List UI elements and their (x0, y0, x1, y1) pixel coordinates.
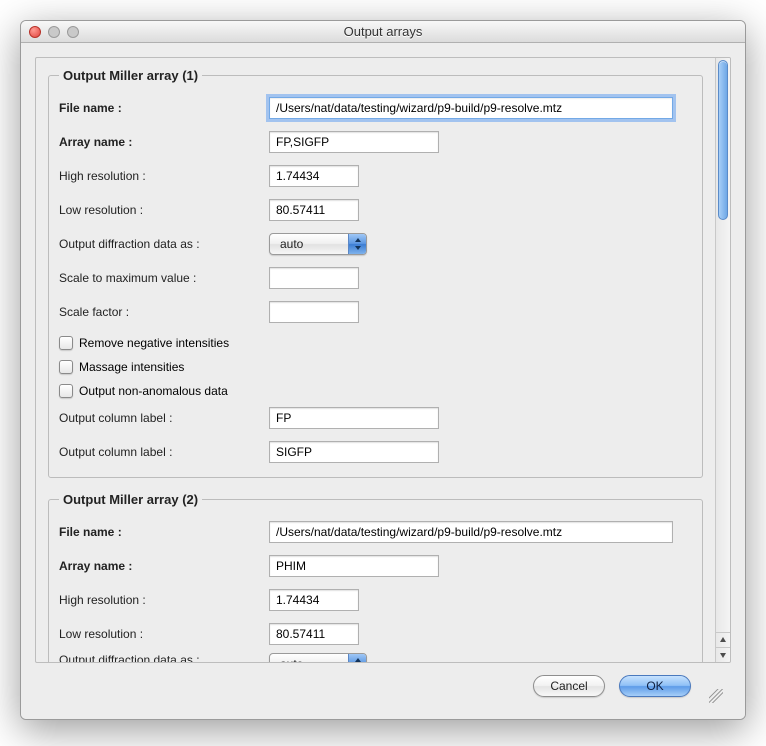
chevron-updown-icon (348, 234, 366, 254)
dialog-window: Output arrays Output Miller array (1) Fi… (20, 20, 746, 720)
low-resolution-input[interactable] (269, 199, 359, 221)
file-name-input[interactable] (269, 521, 673, 543)
scale-factor-input[interactable] (269, 301, 359, 323)
scrollbar-thumb[interactable] (718, 60, 728, 220)
output-column-input-1[interactable] (269, 407, 439, 429)
output-array-group-2: Output Miller array (2) File name : Arra… (48, 492, 703, 662)
remove-negative-label: Remove negative intensities (79, 336, 229, 350)
file-name-label: File name : (59, 101, 269, 115)
scroll-down-icon[interactable] (716, 647, 730, 662)
remove-negative-checkbox[interactable] (59, 336, 73, 350)
output-diffraction-select[interactable]: auto (269, 653, 367, 662)
high-resolution-label: High resolution : (59, 169, 269, 183)
output-column-label-1: Output column label : (59, 411, 269, 425)
minimize-icon[interactable] (48, 26, 60, 38)
cancel-button-label: Cancel (550, 679, 587, 693)
output-array-group-1: Output Miller array (1) File name : Arra… (48, 68, 703, 478)
resize-grip-icon[interactable] (709, 689, 723, 703)
array-name-label: Array name : (59, 135, 269, 149)
high-resolution-label: High resolution : (59, 593, 269, 607)
dialog-footer: Cancel OK (35, 663, 731, 709)
scroll-content: Output Miller array (1) File name : Arra… (36, 58, 715, 662)
zoom-icon[interactable] (67, 26, 79, 38)
scale-max-label: Scale to maximum value : (59, 271, 269, 285)
vertical-scrollbar[interactable] (715, 58, 730, 662)
ok-button-label: OK (646, 679, 663, 693)
low-resolution-label: Low resolution : (59, 203, 269, 217)
nonanomalous-label: Output non-anomalous data (79, 384, 228, 398)
window-title: Output arrays (29, 24, 737, 39)
high-resolution-input[interactable] (269, 589, 359, 611)
traffic-lights (29, 26, 79, 38)
nonanomalous-checkbox[interactable] (59, 384, 73, 398)
select-value: auto (270, 657, 348, 662)
scale-max-input[interactable] (269, 267, 359, 289)
low-resolution-input[interactable] (269, 623, 359, 645)
output-column-input-2[interactable] (269, 441, 439, 463)
array-name-input[interactable] (269, 555, 439, 577)
array-name-label: Array name : (59, 559, 269, 573)
close-icon[interactable] (29, 26, 41, 38)
scroll-up-icon[interactable] (716, 632, 730, 647)
output-column-label-2: Output column label : (59, 445, 269, 459)
massage-intensities-label: Massage intensities (79, 360, 184, 374)
chevron-updown-icon (348, 654, 366, 662)
ok-button[interactable]: OK (619, 675, 691, 697)
output-diffraction-label: Output diffraction data as : (59, 237, 269, 251)
array-name-input[interactable] (269, 131, 439, 153)
titlebar[interactable]: Output arrays (21, 21, 745, 43)
file-name-input[interactable] (269, 97, 673, 119)
file-name-label: File name : (59, 525, 269, 539)
group-legend: Output Miller array (1) (59, 68, 202, 83)
output-diffraction-select[interactable]: auto (269, 233, 367, 255)
scale-factor-label: Scale factor : (59, 305, 269, 319)
high-resolution-input[interactable] (269, 165, 359, 187)
output-diffraction-label: Output diffraction data as : (59, 653, 269, 662)
content-area: Output Miller array (1) File name : Arra… (21, 43, 745, 719)
select-value: auto (270, 237, 348, 251)
scroll-panel: Output Miller array (1) File name : Arra… (35, 57, 731, 663)
cancel-button[interactable]: Cancel (533, 675, 605, 697)
low-resolution-label: Low resolution : (59, 627, 269, 641)
group-legend: Output Miller array (2) (59, 492, 202, 507)
massage-intensities-checkbox[interactable] (59, 360, 73, 374)
